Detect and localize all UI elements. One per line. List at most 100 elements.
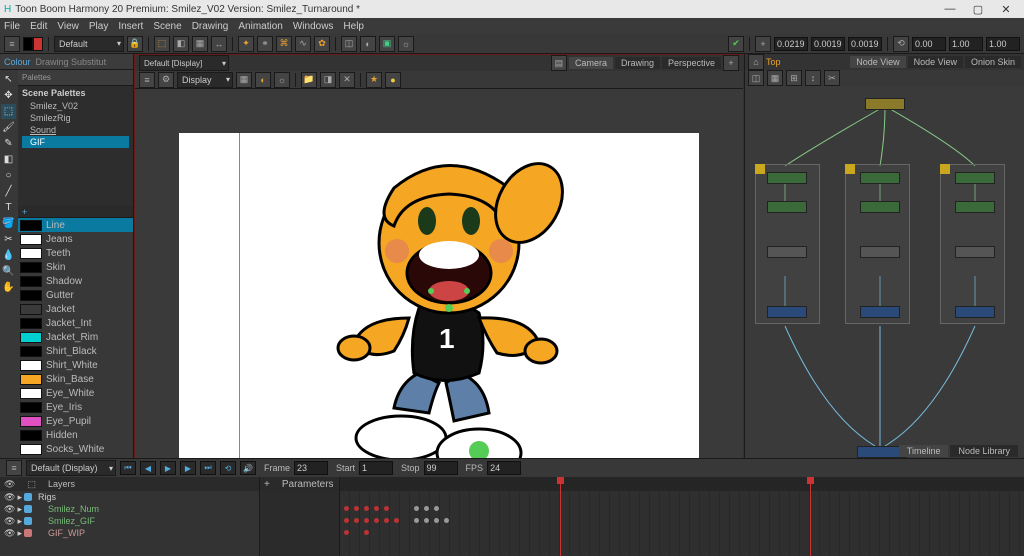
dropper-tool[interactable]: 💧 [1,248,16,263]
menu-icon[interactable]: ≡ [4,36,20,52]
zoom-tool[interactable]: 🔍 [1,264,16,279]
canvas[interactable]: 1 [135,89,743,517]
next-frame-button[interactable]: ▶ [180,461,196,475]
node[interactable] [767,172,807,184]
node[interactable] [767,246,807,258]
minimize-button[interactable]: — [936,3,964,15]
node-group[interactable] [845,164,910,324]
tab-timeline[interactable]: Timeline [899,445,949,457]
transform-tool[interactable]: ⬚ [1,104,16,119]
node[interactable] [955,246,995,258]
maximize-button[interactable]: ▢ [964,3,992,16]
play-button[interactable]: ▶ [160,461,176,475]
timeline-grid[interactable] [340,477,1024,556]
palette-item[interactable]: Smilez_V02 [22,100,129,112]
menu-animation[interactable]: Animation [238,21,282,32]
prev-frame-button[interactable]: ◀ [140,461,156,475]
node-btn-5[interactable]: ✂ [824,70,840,86]
field-2[interactable]: 0.0019 [811,37,845,51]
layer-row[interactable]: 👁▸GIF_WIP [0,527,259,539]
color-swatches[interactable] [23,37,43,51]
light-icon[interactable]: ☼ [398,36,414,52]
color-row[interactable]: Teeth [18,246,133,260]
field-4[interactable]: 0.00 [912,37,946,51]
tab-drawing[interactable]: Drawing [615,57,660,69]
bone-icon[interactable]: ✦ [238,36,254,52]
tab-onion-skin[interactable]: Onion Skin [965,56,1021,68]
color-row[interactable]: Socks_White [18,442,133,456]
last-frame-button[interactable]: ⏭ [200,461,216,475]
menu-help[interactable]: Help [343,21,364,32]
menu-edit[interactable]: Edit [30,21,47,32]
paint-tool[interactable]: 🪣 [1,216,16,231]
color-row[interactable]: Jacket_Int [18,316,133,330]
pencil-tool[interactable]: ✎ [1,136,16,151]
color-row[interactable]: Shirt_White [18,358,133,372]
node[interactable] [860,306,900,318]
frame-ruler[interactable] [340,477,1024,491]
eraser-tool[interactable]: ◧ [1,152,16,167]
menu-windows[interactable]: Windows [293,21,334,32]
top-btn[interactable]: ▤ [551,55,567,71]
camera-icon[interactable]: ▣ [379,36,395,52]
workspace-dropdown[interactable]: Default [54,36,124,52]
color-row[interactable]: Eye_White [18,386,133,400]
menu-scene[interactable]: Scene [153,21,181,32]
layer-row[interactable]: 👁▸Smilez_Num [0,503,259,515]
camera-display-dropdown[interactable]: Default [Display] [139,55,229,71]
frame-field[interactable]: 23 [294,461,328,475]
menu-view[interactable]: View [57,21,79,32]
keyframe-row[interactable] [340,503,1024,515]
cam-onion-icon[interactable]: ◐ [255,72,271,88]
brush-tool[interactable]: 🖌 [1,120,16,135]
color-row[interactable]: Jeans [18,232,133,246]
node[interactable] [860,201,900,213]
tab-node-view-2[interactable]: Node View [908,56,963,68]
hand-tool[interactable]: ✋ [1,280,16,295]
pb-menu[interactable]: ≡ [6,460,22,476]
palette-item[interactable]: SmilezRig [22,112,129,124]
tab-perspective[interactable]: Perspective [662,57,721,69]
node[interactable] [955,201,995,213]
color-row[interactable]: Jacket [18,302,133,316]
keyframe-row[interactable] [340,515,1024,527]
layer-row[interactable]: 👁▸Rigs [0,491,259,503]
tool-3[interactable]: ▦ [192,36,208,52]
lock-icon[interactable]: 🔒 [127,36,143,52]
color-row[interactable]: Shirt_Black [18,344,133,358]
cam-folder-icon[interactable]: 📁 [301,72,317,88]
node[interactable] [955,306,995,318]
node[interactable] [767,201,807,213]
cam-menu-icon[interactable]: ≡ [139,72,155,88]
tool-4[interactable]: ↔ [211,36,227,52]
add-tab-icon[interactable]: + [723,55,739,71]
cam-light-icon[interactable]: ☼ [274,72,290,88]
move-tool[interactable]: ✥ [1,88,16,103]
field-1[interactable]: 0.0219 [774,37,808,51]
field-3[interactable]: 0.0019 [848,37,882,51]
field-6[interactable]: 1.00 [986,37,1020,51]
palette-item[interactable]: Sound [22,124,129,136]
color-row[interactable]: Jacket_Rim [18,330,133,344]
color-row[interactable]: Hidden [18,428,133,442]
color-row[interactable]: Skin_Base [18,372,133,386]
node-group[interactable] [755,164,820,324]
tool-1[interactable]: ⬚ [154,36,170,52]
cam-gear-icon[interactable]: ⚙ [158,72,174,88]
cam-x-icon[interactable]: ✕ [339,72,355,88]
select-tool[interactable]: ↖ [1,72,16,87]
plus-icon[interactable]: + [755,36,771,52]
color-row[interactable]: Eye_Iris [18,400,133,414]
start-field[interactable]: 1 [359,461,393,475]
drawing-sub-tab[interactable]: Drawing Substitut [36,57,107,67]
grid-btn[interactable]: ◫ [341,36,357,52]
node[interactable] [860,246,900,258]
node-home-icon[interactable]: ⌂ [748,54,764,70]
deform-icon[interactable]: ⌘ [276,36,292,52]
node[interactable] [767,306,807,318]
color-row[interactable]: Eye_Pupil [18,414,133,428]
onion-btn[interactable]: ◐ [360,36,376,52]
link-icon[interactable]: ⚭ [257,36,273,52]
cam-render-icon[interactable]: ★ [366,72,382,88]
tab-node-library[interactable]: Node Library [950,445,1018,457]
